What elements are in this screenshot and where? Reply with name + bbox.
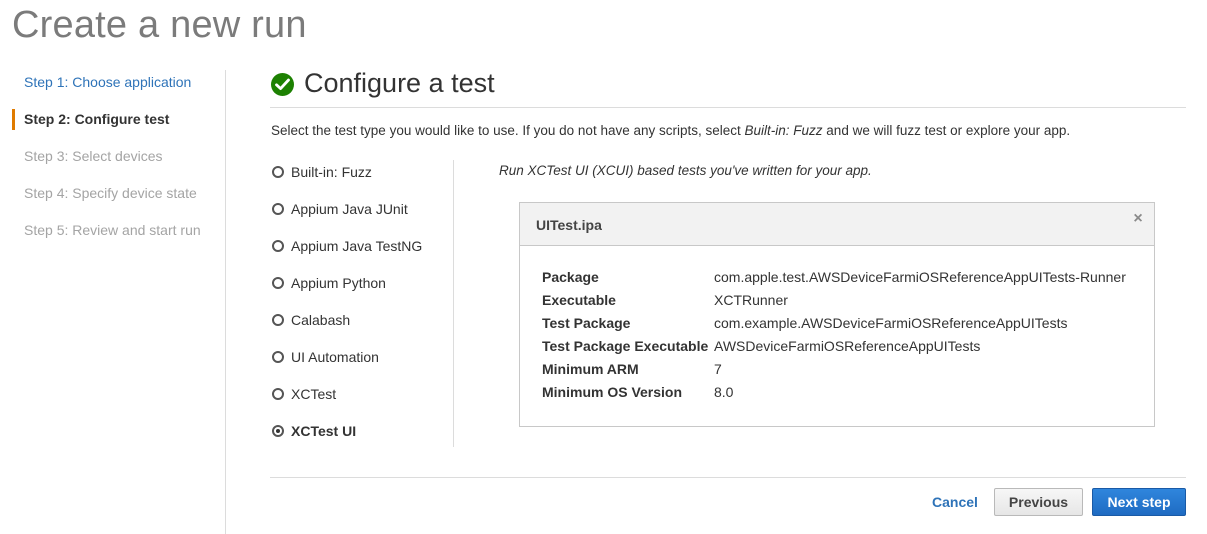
intro-emphasis: Built-in: Fuzz bbox=[744, 123, 823, 138]
test-type-option[interactable]: Built-in: Fuzz bbox=[270, 161, 372, 183]
check-circle-icon bbox=[271, 73, 294, 96]
option-label: Appium Python bbox=[291, 275, 386, 291]
previous-button[interactable]: Previous bbox=[994, 488, 1083, 516]
radio-button[interactable] bbox=[272, 388, 284, 400]
file-name: UITest.ipa bbox=[536, 217, 602, 233]
test-type-option-selected[interactable]: XCTest UI bbox=[270, 420, 356, 442]
option-label: Appium Java JUnit bbox=[291, 201, 408, 217]
detail-key: Test Package bbox=[542, 315, 631, 331]
detail-value: com.example.AWSDeviceFarmiOSReferenceApp… bbox=[714, 315, 1068, 331]
radio-button[interactable] bbox=[272, 277, 284, 289]
intro-prefix: Select the test type you would like to u… bbox=[271, 123, 745, 138]
detail-value: 8.0 bbox=[714, 384, 734, 400]
step-choose-application[interactable]: Step 1: Choose application bbox=[24, 74, 191, 90]
option-label: Built-in: Fuzz bbox=[291, 164, 372, 180]
detail-key: Executable bbox=[542, 292, 616, 308]
detail-value: AWSDeviceFarmiOSReferenceAppUITests bbox=[714, 338, 981, 354]
radio-button[interactable] bbox=[272, 351, 284, 363]
cancel-button[interactable]: Cancel bbox=[932, 494, 978, 510]
test-type-option[interactable]: Appium Java TestNG bbox=[270, 235, 422, 257]
test-type-option[interactable]: XCTest bbox=[270, 383, 336, 405]
steps-divider bbox=[225, 70, 226, 534]
detail-value: XCTRunner bbox=[714, 292, 788, 308]
radio-button[interactable] bbox=[272, 314, 284, 326]
option-label: Calabash bbox=[291, 312, 351, 328]
intro-text: Select the test type you would like to u… bbox=[271, 123, 1070, 138]
step-specify-device-state: Step 4: Specify device state bbox=[24, 185, 197, 201]
option-label: XCTest bbox=[291, 386, 337, 402]
detail-value: 7 bbox=[714, 361, 722, 377]
test-type-option[interactable]: Calabash bbox=[270, 309, 350, 331]
next-step-button[interactable]: Next step bbox=[1092, 488, 1186, 516]
radio-button[interactable] bbox=[272, 240, 284, 252]
option-label: XCTest UI bbox=[291, 423, 357, 439]
test-type-option[interactable]: Appium Java JUnit bbox=[270, 198, 408, 220]
step-review-and-start-run: Step 5: Review and start run bbox=[24, 222, 201, 238]
detail-value: com.apple.test.AWSDeviceFarmiOSReference… bbox=[714, 269, 1126, 285]
file-panel-header: UITest.ipa × bbox=[520, 203, 1154, 246]
test-type-option[interactable]: UI Automation bbox=[270, 346, 379, 368]
test-type-description: Run XCTest UI (XCUI) based tests you've … bbox=[499, 163, 872, 178]
option-label: UI Automation bbox=[291, 349, 379, 365]
option-label: Appium Java TestNG bbox=[291, 238, 423, 254]
footer-divider bbox=[270, 477, 1186, 478]
radio-button-selected[interactable] bbox=[272, 425, 284, 437]
radio-button[interactable] bbox=[272, 203, 284, 215]
section-title: Configure a test bbox=[304, 68, 495, 98]
test-type-option[interactable]: Appium Python bbox=[270, 272, 386, 294]
uploaded-file-panel: UITest.ipa × Package com.apple.test.AWSDe… bbox=[519, 202, 1155, 427]
active-step-indicator bbox=[12, 109, 15, 130]
step-select-devices: Step 3: Select devices bbox=[24, 148, 163, 164]
intro-suffix: and we will fuzz test or explore your ap… bbox=[822, 123, 1071, 138]
page-title: Create a new run bbox=[12, 4, 307, 46]
detail-key: Package bbox=[542, 269, 599, 285]
detail-key: Test Package Executable bbox=[542, 338, 709, 354]
types-divider bbox=[453, 160, 454, 447]
detail-key: Minimum ARM bbox=[542, 361, 639, 377]
step-configure-test: Step 2: Configure test bbox=[24, 111, 170, 127]
radio-button[interactable] bbox=[272, 166, 284, 178]
steps-nav bbox=[0, 66, 226, 534]
title-divider bbox=[270, 107, 1186, 108]
close-icon[interactable]: × bbox=[1131, 211, 1145, 227]
detail-key: Minimum OS Version bbox=[542, 384, 683, 400]
